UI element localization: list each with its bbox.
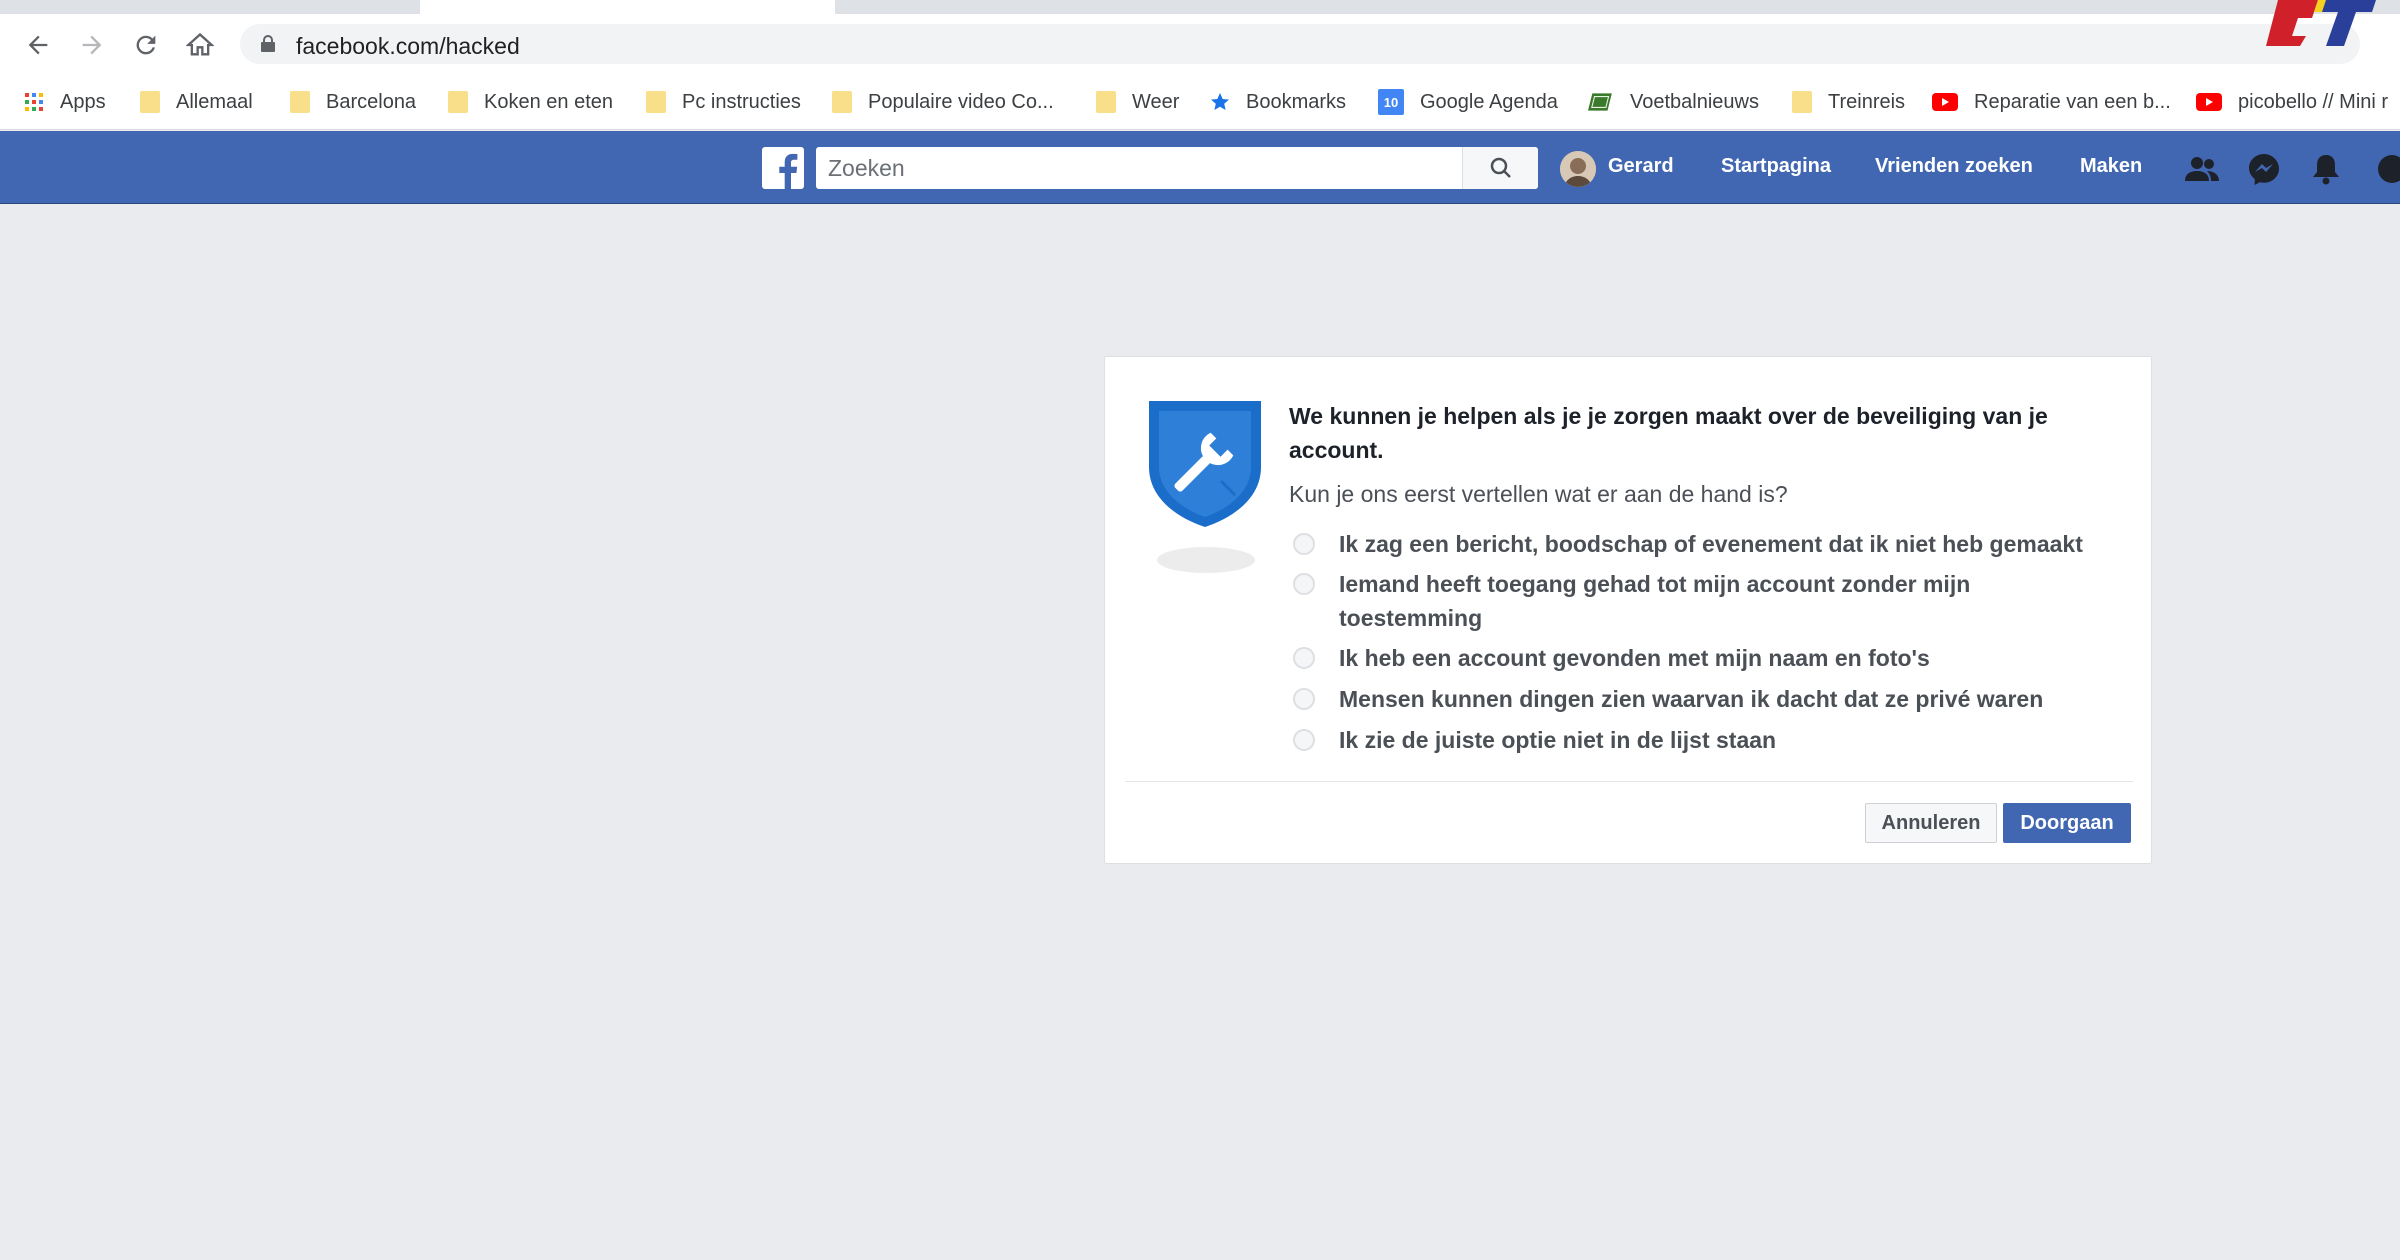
avatar[interactable] — [1560, 151, 1596, 187]
back-button[interactable] — [18, 28, 58, 62]
radio-button[interactable] — [1293, 573, 1315, 595]
bookmark-label: Weer — [1132, 90, 1180, 113]
bookmark-barcelona[interactable]: Barcelona — [290, 86, 416, 118]
bookmark-label: Barcelona — [326, 90, 417, 113]
home-icon — [186, 32, 214, 56]
back-arrow-icon — [28, 35, 48, 55]
messenger-icon — [2249, 154, 2279, 185]
bookmark-treinreis[interactable]: Treinreis — [1792, 86, 1905, 118]
shield-wrench-icon — [1149, 401, 1261, 527]
url-text: facebook.com/hacked — [296, 33, 520, 59]
youtube-icon — [2196, 93, 2222, 111]
reload-button[interactable] — [126, 28, 166, 62]
search-button[interactable] — [1462, 147, 1538, 189]
dialog-heading: We kunnen je helpen als je je zorgen maa… — [1289, 403, 2048, 463]
find-friends-link[interactable]: Vrienden zoeken — [1875, 155, 2033, 178]
lock-icon — [261, 35, 275, 52]
bookmark-reparatie[interactable]: Reparatie van een b... — [1932, 86, 2171, 118]
bookmark-populaire-video[interactable]: Populaire video Co... — [832, 86, 1054, 118]
option-label: Ik heb een account gevonden met mijn naa… — [1339, 645, 1930, 671]
home-link[interactable]: Startpagina — [1721, 155, 1831, 178]
option-label: Ik zag een bericht, boodschap of eveneme… — [1339, 531, 2083, 557]
ct-logo-icon — [2266, 0, 2376, 46]
search-icon — [1490, 157, 1511, 178]
radio-button[interactable] — [1293, 729, 1315, 751]
bookmark-weer[interactable]: Weer — [1096, 86, 1179, 118]
radio-button[interactable] — [1293, 647, 1315, 669]
option-label: Iemand heeft toegang gehad tot mijn acco… — [1339, 571, 1971, 631]
bookmark-label: Treinreis — [1828, 90, 1906, 113]
folder-icon — [448, 91, 468, 113]
folder-icon — [832, 91, 852, 113]
continue-button[interactable]: Doorgaan — [2003, 803, 2131, 843]
shield-shadow — [1157, 547, 1255, 573]
bookmark-label: Apps — [60, 90, 106, 113]
bookmark-picobello[interactable]: picobello // Mini r — [2196, 86, 2388, 118]
help-button[interactable] — [2374, 151, 2400, 187]
apps-grid-icon — [25, 93, 43, 111]
bookmark-pc-instructies[interactable]: Pc instructies — [646, 86, 801, 118]
star-icon — [1211, 93, 1229, 110]
bookmark-label: Allemaal — [176, 90, 253, 113]
bookmarks-bar: Apps Allemaal Barcelona Koken en eten Pc… — [0, 74, 2400, 130]
radio-button[interactable] — [1293, 533, 1315, 555]
cancel-button[interactable]: Annuleren — [1865, 803, 1997, 843]
option-saw-post[interactable]: Ik zag een bericht, boodschap of eveneme… — [1293, 527, 2083, 561]
home-button[interactable] — [180, 28, 220, 62]
security-help-card: We kunnen je helpen als je je zorgen maa… — [1104, 356, 2152, 864]
bookmark-label: Voetbalnieuws — [1630, 90, 1759, 113]
dialog-question: Kun je ons eerst vertellen wat er aan de… — [1289, 481, 1788, 507]
calendar-icon: 10 — [1378, 89, 1404, 115]
option-unauthorized-access[interactable]: Iemand heeft toegang gehad tot mijn acco… — [1293, 567, 2073, 635]
facebook-top-bar: Gerard Startpagina Vrienden zoeken Maken — [0, 131, 2400, 204]
folder-icon — [1792, 91, 1812, 113]
bookmark-koken-en-eten[interactable]: Koken en eten — [448, 86, 613, 118]
bookmark-apps[interactable]: Apps — [24, 86, 106, 118]
option-other[interactable]: Ik zie de juiste optie niet in de lijst … — [1293, 723, 1776, 757]
bookmark-bookmarks[interactable]: Bookmarks — [1210, 86, 1346, 118]
bookmark-google-agenda[interactable]: 10 Google Agenda — [1378, 86, 1558, 118]
notifications-button[interactable] — [2308, 151, 2344, 187]
bookmark-label: Pc instructies — [682, 90, 801, 113]
youtube-icon — [1932, 93, 1958, 111]
folder-icon — [646, 91, 666, 113]
facebook-logo-icon[interactable] — [762, 147, 804, 189]
divider — [1125, 781, 2133, 782]
folder-icon — [140, 91, 160, 113]
folder-icon — [290, 91, 310, 113]
option-privacy[interactable]: Mensen kunnen dingen zien waarvan ik dac… — [1293, 682, 2043, 716]
address-bar[interactable]: facebook.com/hacked — [240, 24, 2360, 64]
bookmark-label: Reparatie van een b... — [1974, 90, 2171, 113]
option-impersonation[interactable]: Ik heb een account gevonden met mijn naa… — [1293, 641, 1930, 675]
option-label: Mensen kunnen dingen zien waarvan ik dac… — [1339, 686, 2044, 712]
option-label: Ik zie de juiste optie niet in de lijst … — [1339, 727, 1777, 753]
bookmark-label: Google Agenda — [1420, 90, 1558, 113]
radio-button[interactable] — [1293, 688, 1315, 710]
browser-toolbar: facebook.com/hacked — [0, 14, 2400, 74]
tab-strip — [0, 0, 2400, 14]
forward-arrow-icon — [82, 35, 102, 55]
search-input[interactable] — [816, 147, 1538, 189]
bell-icon — [2313, 155, 2339, 185]
bookmark-label: Koken en eten — [484, 90, 613, 113]
forward-button[interactable] — [72, 28, 112, 62]
bookmark-label: Populaire video Co... — [868, 90, 1054, 113]
folder-icon — [1096, 91, 1116, 113]
profile-link[interactable]: Gerard — [1608, 155, 1674, 178]
help-icon — [2378, 155, 2400, 183]
pitch-icon — [1588, 93, 1612, 111]
bookmark-voetbalnieuws[interactable]: Voetbalnieuws — [1588, 86, 1759, 118]
messenger-button[interactable] — [2246, 151, 2282, 187]
reload-icon — [136, 35, 156, 55]
friends-icon — [2185, 157, 2219, 181]
bookmark-label: Bookmarks — [1246, 90, 1347, 113]
bookmark-allemaal[interactable]: Allemaal — [140, 86, 253, 118]
active-tab[interactable] — [420, 0, 835, 14]
create-link[interactable]: Maken — [2080, 155, 2142, 178]
friend-requests-button[interactable] — [2184, 151, 2220, 187]
bookmark-label: picobello // Mini r — [2238, 90, 2389, 113]
